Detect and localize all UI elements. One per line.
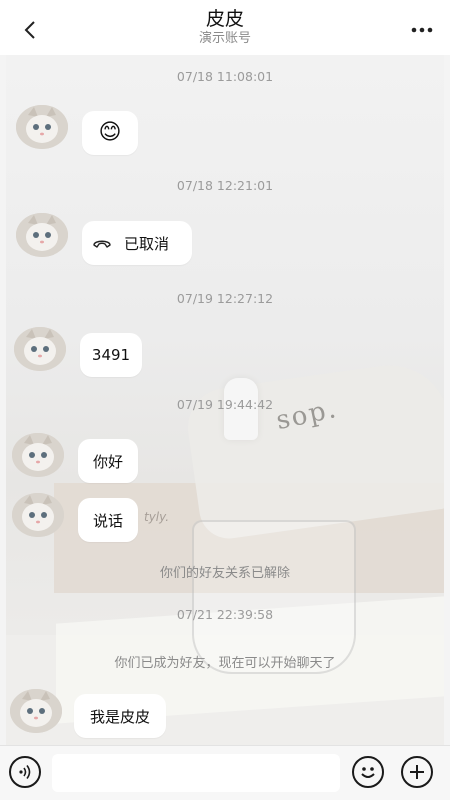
message-timestamp: 07/18 11:08:01 xyxy=(176,69,274,84)
message-bubble[interactable]: 3491 xyxy=(80,333,142,377)
message-input-bar xyxy=(0,745,450,800)
page-title: 皮皮 xyxy=(205,7,244,30)
more-button[interactable] xyxy=(406,16,438,44)
cat-avatar-icon xyxy=(16,105,68,149)
message-text: 你好 xyxy=(92,452,123,471)
emoji-message: 😊 xyxy=(98,120,122,145)
message-input[interactable] xyxy=(52,754,340,792)
phone-hangup-icon xyxy=(92,237,112,249)
message-timestamp: 07/18 12:21:01 xyxy=(176,178,274,193)
message-bubble[interactable]: 你好 xyxy=(78,439,138,483)
call-status-text: 已取消 xyxy=(124,234,170,253)
system-notice: 你们的好友关系已解除 xyxy=(159,566,290,581)
back-button[interactable] xyxy=(14,14,46,46)
system-notice: 你们已成为好友，现在可以开始聊天了 xyxy=(114,656,336,671)
chat-header: 皮皮 演示账号 xyxy=(0,0,450,55)
background-box-text: tyly. xyxy=(144,510,170,524)
cat-avatar-icon xyxy=(12,493,64,537)
more-actions-button[interactable] xyxy=(401,756,433,788)
message-bubble[interactable]: 我是皮皮 xyxy=(74,694,166,738)
avatar[interactable] xyxy=(12,493,64,537)
cat-avatar-icon xyxy=(12,433,64,477)
message-text: 我是皮皮 xyxy=(89,707,150,726)
message-text: 3491 xyxy=(91,346,131,364)
page-subtitle: 演示账号 xyxy=(198,30,251,46)
message-bubble[interactable]: 说话 xyxy=(78,498,138,542)
chat-screen: 皮皮 演示账号 tyly. sop. 07/18 11:08:01 😊 07/1… xyxy=(0,0,450,800)
call-message-bubble[interactable]: 已取消 xyxy=(82,221,192,265)
smiley-icon xyxy=(361,767,375,778)
voice-icon xyxy=(19,765,31,779)
avatar[interactable] xyxy=(10,689,62,733)
message-list[interactable]: tyly. sop. 07/18 11:08:01 😊 07/18 12:21:… xyxy=(6,55,444,745)
cat-avatar-icon xyxy=(16,213,68,257)
title-block: 皮皮 演示账号 xyxy=(199,8,251,48)
message-text: 说话 xyxy=(92,511,123,530)
plus-icon xyxy=(410,765,424,779)
chevron-left-icon xyxy=(24,21,35,39)
emoji-button[interactable] xyxy=(352,756,384,788)
avatar[interactable] xyxy=(16,213,68,257)
message-timestamp: 07/19 19:44:42 xyxy=(176,397,274,412)
background-glass xyxy=(192,520,356,674)
avatar[interactable] xyxy=(14,327,66,371)
message-timestamp: 07/21 22:39:58 xyxy=(176,607,274,622)
avatar[interactable] xyxy=(12,433,64,477)
message-bubble[interactable]: 😊 xyxy=(82,111,138,155)
more-horizontal-icon xyxy=(411,27,433,33)
message-timestamp: 07/19 12:27:12 xyxy=(176,291,274,306)
voice-button[interactable] xyxy=(9,756,41,788)
cat-avatar-icon xyxy=(14,327,66,371)
avatar[interactable] xyxy=(16,105,68,149)
cat-avatar-icon xyxy=(10,689,62,733)
